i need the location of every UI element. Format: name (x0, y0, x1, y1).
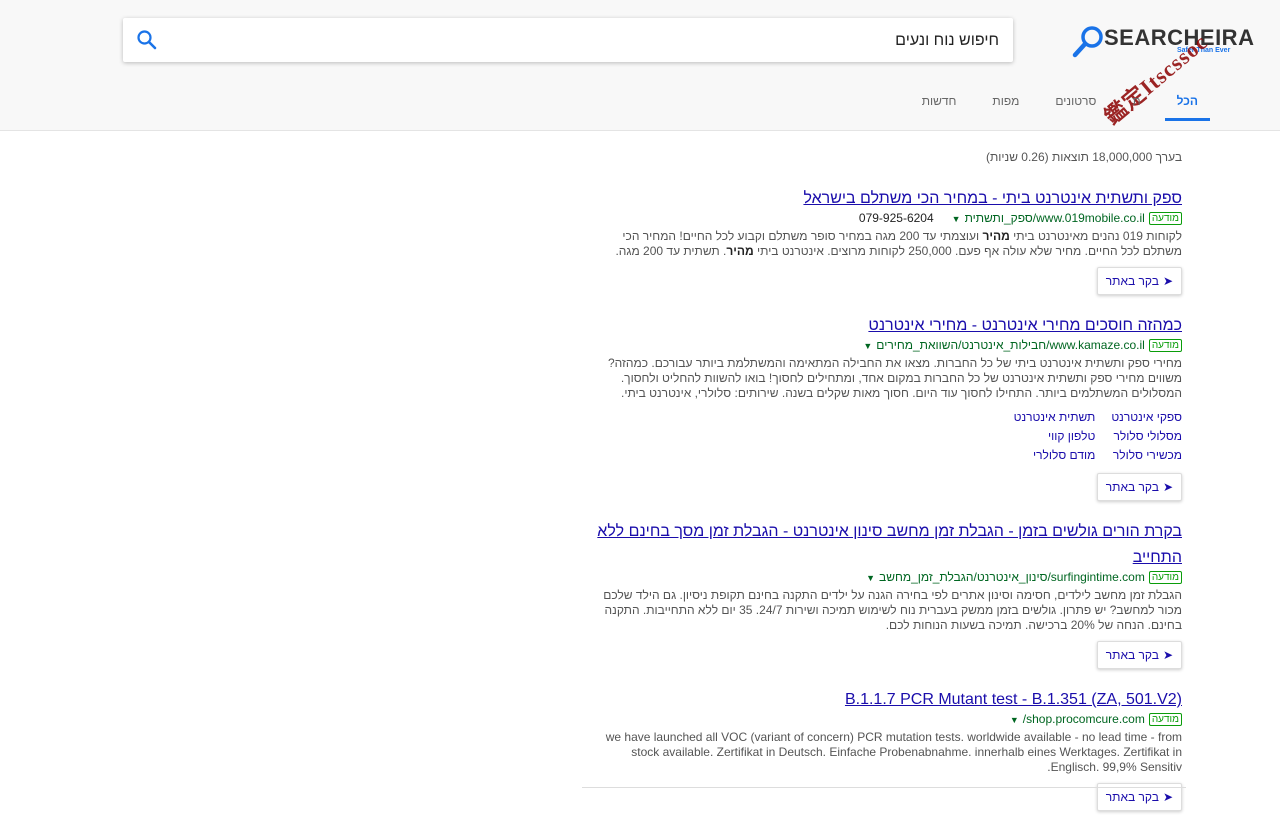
tab-images[interactable]: ת (1120, 82, 1152, 121)
sitelink[interactable]: מודם סלולרי (1014, 446, 1095, 465)
visit-site-button[interactable]: ➤בקר באתר (1096, 641, 1182, 669)
visit-site-button[interactable]: ➤בקר באתר (1096, 473, 1182, 501)
result-item: B.1.1.7 PCR Mutant test - B.1.351 (ZA, 5… (582, 687, 1182, 811)
result-url[interactable]: surfingintime.com/סינון_אינטרנט/הגבלת_זמ… (879, 570, 1145, 584)
result-url-line: מודעהwww.019mobile.co.il/ספק_ותשתית ▼ 079-… (582, 210, 1182, 227)
tab-all[interactable]: הכל (1164, 82, 1210, 121)
dropdown-arrow-icon[interactable]: ▼ (866, 573, 875, 583)
result-phone[interactable]: 079-925-6204 (859, 211, 934, 225)
sitelink[interactable]: מסלולי סלולר (1111, 427, 1182, 446)
logo-magnifier-icon (1072, 26, 1103, 58)
results-divider (582, 787, 1186, 788)
result-item: בקרת הורים גולשים בזמן - הגבלת זמן מחשב … (582, 519, 1182, 669)
result-description: we have launched all VOC (variant of con… (605, 730, 1182, 774)
send-arrow-icon: ➤ (1162, 274, 1173, 288)
sitelink[interactable]: תשתית אינטרנט (1014, 408, 1096, 427)
sitelink[interactable]: ספקי אינטרנט (1111, 408, 1182, 427)
result-description: מחירי ספק ותשתית אינטרנט ביתי של כל החבר… (607, 356, 1182, 400)
result-title-link[interactable]: כמהזה חוסכים מחירי אינטרנט - מחירי אינטר… (868, 317, 1182, 334)
result-url[interactable]: www.019mobile.co.il/ספק_ותשתית (965, 211, 1145, 225)
ad-badge: מודעה (1148, 713, 1182, 727)
ad-badge: מודעה (1148, 571, 1182, 585)
result-stats: בערך 18,000,000 תוצאות (0.26 שניות) (986, 150, 1182, 164)
ad-badge: מודעה (1148, 212, 1182, 226)
results-container: בערך 18,000,000 תוצאות (0.26 שניות) ספק … (582, 148, 1182, 829)
result-url-line: מודעהwww.kamaze.co.il/חבילות_אינטרנט/השו… (582, 337, 1182, 354)
result-url-line: מודעהsurfingintime.com/סינון_אינטרנט/הגב… (582, 569, 1182, 586)
tab-videos[interactable]: סרטונים (1043, 82, 1108, 121)
send-arrow-icon: ➤ (1162, 480, 1173, 494)
result-description: לקוחות 019 נהנים מאינטרנט ביתי מהיר ועוצ… (615, 229, 1182, 258)
visit-site-button[interactable]: ➤בקר באתר (1096, 267, 1182, 295)
dropdown-arrow-icon[interactable]: ▼ (863, 341, 872, 351)
sitelinks: ספקי אינטרנט תשתית אינטרנט מסלולי סלולר … (582, 408, 1182, 465)
result-title-link[interactable]: ספק ותשתית אינטרנט ביתי - במחיר הכי משתל… (803, 190, 1182, 207)
sitelink[interactable]: טלפון קווי (1014, 427, 1095, 446)
send-arrow-icon: ➤ (1162, 648, 1173, 662)
header: SEARCHEIRA Safer Than Ever 鑑定Itscssoc הכ… (0, 0, 1280, 131)
dropdown-arrow-icon[interactable]: ▼ (1010, 715, 1019, 725)
result-item: ספק ותשתית אינטרנט ביתי - במחיר הכי משתל… (582, 186, 1182, 295)
search-icon[interactable] (135, 28, 159, 52)
tab-maps[interactable]: מפות (980, 82, 1031, 121)
tab-news[interactable]: חדשות (910, 82, 969, 121)
send-arrow-icon: ➤ (1162, 790, 1173, 804)
result-title-link[interactable]: בקרת הורים גולשים בזמן - הגבלת זמן מחשב … (597, 523, 1182, 566)
result-item: כמהזה חוסכים מחירי אינטרנט - מחירי אינטר… (582, 313, 1182, 501)
tab-bar: הכל ת סרטונים מפות חדשות (898, 82, 1210, 130)
result-description: הגבלת זמן מחשב לילדים, חסימה וסינון אתרי… (603, 588, 1182, 632)
result-url[interactable]: shop.procomcure.com/ (1023, 712, 1145, 726)
result-title-link[interactable]: B.1.1.7 PCR Mutant test - B.1.351 (ZA, 5… (845, 691, 1182, 708)
search-input[interactable] (177, 18, 1001, 64)
sitelink[interactable]: מכשירי סלולר (1111, 446, 1182, 465)
result-url[interactable]: www.kamaze.co.il/חבילות_אינטרנט/השוואת_מ… (876, 338, 1145, 352)
ad-badge: מודעה (1148, 339, 1182, 353)
search-box[interactable] (123, 18, 1013, 64)
result-url-line: מודעהshop.procomcure.com/ ▼ (582, 711, 1182, 728)
dropdown-arrow-icon[interactable]: ▼ (952, 214, 961, 224)
